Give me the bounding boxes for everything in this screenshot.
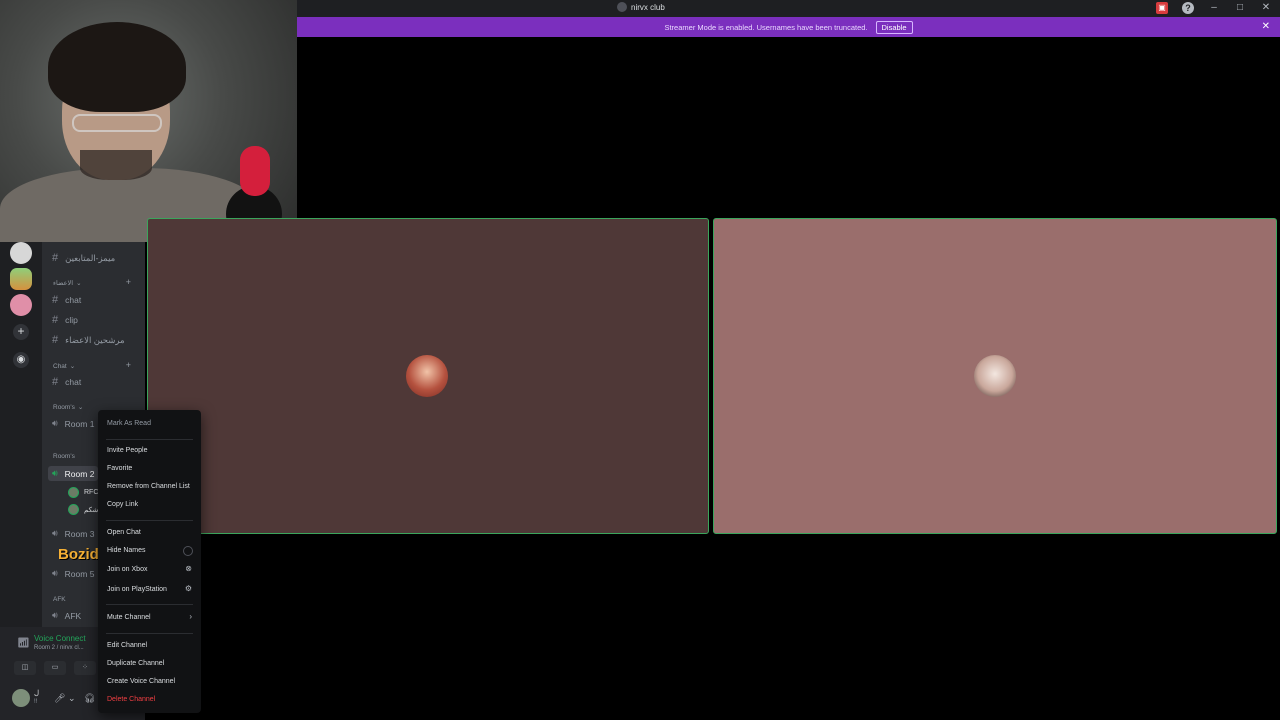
voice-channel[interactable]: 🔊︎ Room 1: [52, 418, 94, 429]
xbox-icon: ⊗: [185, 564, 192, 573]
speaker-icon: 🔊︎: [52, 610, 58, 620]
menu-item-open-chat[interactable]: Open Chat: [107, 529, 141, 536]
add-server-icon[interactable]: +: [13, 324, 29, 340]
text-channel[interactable]: # ميمز-المتابعين: [52, 252, 115, 264]
category-header[interactable]: الاعضاء ⌄: [53, 279, 82, 287]
menu-item-copy-link[interactable]: Copy Link: [107, 501, 138, 508]
category-header[interactable]: AFK: [53, 596, 66, 603]
add-channel-icon[interactable]: +: [126, 360, 131, 370]
voice-member[interactable]: RFC: [68, 487, 98, 498]
voice-status[interactable]: Voice Connect: [34, 634, 86, 643]
text-channel[interactable]: # chat: [52, 376, 81, 388]
close-icon[interactable]: ✕: [1260, 2, 1272, 14]
signal-icon[interactable]: 📶︎: [17, 638, 30, 649]
category-header[interactable]: Room's ⌄: [53, 403, 83, 412]
menu-item-invite-people[interactable]: Invite People: [107, 447, 147, 454]
hash-icon: #: [52, 376, 59, 388]
server-logo-icon: [617, 2, 627, 12]
server-icon[interactable]: [10, 242, 32, 264]
menu-item-favorite[interactable]: Favorite: [107, 465, 132, 472]
banner-message: Streamer Mode is enabled. Usernames have…: [664, 22, 868, 32]
disable-streamer-mode-button[interactable]: Disable: [875, 20, 913, 34]
menu-item-join-on-xbox[interactable]: Join on Xbox: [107, 566, 147, 573]
avatar[interactable]: [12, 689, 30, 707]
activities-icon[interactable]: ⁘: [74, 661, 96, 675]
menu-item-mute-channel[interactable]: Mute Channel: [107, 614, 151, 621]
voice-location[interactable]: Room 2 / nirvx cl...: [34, 645, 84, 651]
playstation-icon: ⚙︎: [184, 584, 192, 593]
chevron-right-icon: ›: [189, 612, 192, 621]
hash-icon: #: [52, 314, 59, 326]
text-channel[interactable]: # clip: [52, 314, 78, 326]
menu-item-join-on-playstation[interactable]: Join on PlayStation: [107, 586, 167, 593]
menu-item-mark-as-read[interactable]: Mark As Read: [107, 420, 151, 427]
menu-item-delete-channel[interactable]: Delete Channel: [107, 696, 155, 703]
voice-channel[interactable]: 🔊︎ AFK: [52, 610, 81, 621]
app-title: nirvx club: [617, 2, 665, 12]
voice-channel[interactable]: 🔊︎ Room 5: [52, 568, 94, 579]
screen-share-icon[interactable]: ▭: [44, 661, 66, 675]
speaker-icon: 🔊︎: [52, 468, 58, 478]
avatar: [68, 504, 79, 515]
voice-channel-selected[interactable]: 🔊︎ Room 2: [48, 466, 99, 481]
banner-close-icon[interactable]: ✕: [1262, 21, 1270, 32]
hash-icon: #: [52, 294, 59, 306]
channel-context-menu: Mark As Read Invite People Favorite Remo…: [98, 410, 201, 713]
menu-item-remove-from-channel-list[interactable]: Remove from Channel List: [107, 483, 190, 490]
video-tile[interactable]: [713, 218, 1277, 534]
text-channel[interactable]: # مرشحين الاعضاء: [52, 334, 125, 346]
speaker-icon: 🔊︎: [52, 568, 58, 578]
microphone-image: [240, 146, 270, 196]
menu-item-hide-names[interactable]: Hide Names: [107, 547, 146, 554]
hash-icon: #: [52, 334, 59, 346]
menu-item-duplicate-channel[interactable]: Duplicate Channel: [107, 660, 164, 667]
microphone-icon[interactable]: 🎤︎: [54, 693, 65, 704]
category-header[interactable]: Room's: [53, 453, 75, 460]
speaker-icon: 🔊︎: [52, 528, 58, 538]
menu-item-edit-channel[interactable]: Edit Channel: [107, 642, 147, 649]
maximize-icon[interactable]: □: [1234, 2, 1246, 14]
explore-icon[interactable]: ◉: [13, 352, 29, 368]
participant-avatar: [406, 355, 448, 397]
camera-off-icon[interactable]: ◫: [14, 661, 36, 675]
headphones-icon[interactable]: 🎧︎: [84, 693, 95, 704]
app-name: nirvx club: [631, 2, 665, 12]
server-rail: + ◉: [0, 242, 42, 627]
minimize-icon[interactable]: –: [1208, 2, 1220, 14]
text-channel[interactable]: # chat: [52, 294, 81, 306]
participant-avatar: [974, 355, 1016, 397]
server-icon[interactable]: [10, 268, 32, 290]
user-name[interactable]: ل: [34, 689, 39, 697]
user-tag: !!: [34, 699, 38, 705]
inbox-icon[interactable]: ▣: [1156, 2, 1168, 14]
server-icon[interactable]: [10, 294, 32, 316]
chevron-down-icon[interactable]: ⌄: [68, 693, 76, 704]
menu-item-create-voice-channel[interactable]: Create Voice Channel: [107, 678, 175, 685]
hide-names-checkbox[interactable]: [183, 546, 193, 556]
video-tile[interactable]: [147, 218, 709, 534]
speaker-icon: 🔊︎: [52, 418, 58, 428]
add-channel-icon[interactable]: +: [126, 277, 131, 287]
avatar: [68, 487, 79, 498]
streamer-mode-banner: Streamer Mode is enabled. Usernames have…: [297, 17, 1280, 37]
category-header[interactable]: Chat ⌄: [53, 362, 75, 371]
help-icon[interactable]: ?: [1182, 2, 1194, 14]
hash-icon: #: [52, 252, 59, 264]
voice-channel[interactable]: 🔊︎ Room 3: [52, 528, 94, 539]
webcam-overlay: [0, 0, 297, 242]
